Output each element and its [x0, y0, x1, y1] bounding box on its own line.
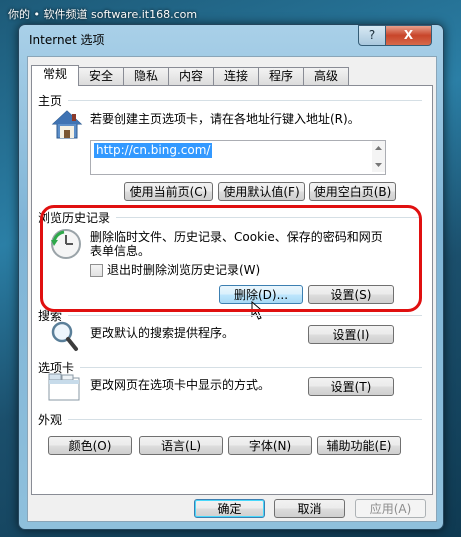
search-settings-button[interactable]: 设置(I) — [308, 325, 394, 344]
tab-programs[interactable]: 程序 — [258, 67, 304, 85]
tabs-description: 更改网页在选项卡中显示的方式。 — [90, 378, 271, 392]
tabs-settings-button[interactable]: 设置(T) — [308, 377, 394, 396]
appearance-section-heading: 外观 — [38, 413, 63, 427]
use-default-button[interactable]: 使用默认值(F) — [218, 182, 305, 201]
tab-advanced[interactable]: 高级 — [303, 67, 349, 85]
use-blank-button[interactable]: 使用空白页(B) — [309, 182, 396, 201]
home-url-textarea[interactable]: http://cn.bing.com/ — [90, 140, 386, 175]
accessibility-button[interactable]: 辅助功能(E) — [317, 436, 401, 455]
help-button[interactable]: ? — [358, 25, 386, 46]
url-scrollbar[interactable] — [372, 141, 385, 172]
window-title: Internet 选项 — [29, 33, 105, 47]
languages-button[interactable]: 语言(L) — [139, 436, 223, 455]
tab-security[interactable]: 安全 — [78, 67, 124, 85]
search-magnifier-icon — [50, 320, 80, 355]
search-description: 更改默认的搜索提供程序。 — [90, 326, 235, 340]
divider — [80, 367, 422, 368]
colors-button[interactable]: 颜色(O) — [48, 436, 132, 455]
ok-button[interactable]: 确定 — [194, 499, 265, 518]
tab-content[interactable]: 内容 — [168, 67, 214, 85]
home-description: 若要创建主页选项卡，请在各地址行键入地址(R)。 — [90, 112, 360, 126]
cancel-button[interactable]: 取消 — [274, 499, 345, 518]
tab-privacy[interactable]: 隐私 — [123, 67, 169, 85]
use-current-button[interactable]: 使用当前页(C) — [124, 182, 213, 201]
home-icon — [50, 108, 84, 145]
highlight-ring — [40, 205, 422, 312]
divider — [68, 315, 422, 316]
divider — [68, 100, 422, 101]
close-button[interactable]: X — [385, 25, 432, 46]
home-section-heading: 主页 — [38, 94, 63, 108]
tabs-window-icon — [48, 373, 80, 404]
tab-general[interactable]: 常规 — [31, 65, 79, 86]
fonts-button[interactable]: 字体(N) — [228, 436, 312, 455]
tab-connections[interactable]: 连接 — [213, 67, 259, 85]
divider — [68, 419, 422, 420]
watermark: 你的 • 软件频道 software.it168.com — [8, 8, 198, 21]
home-url-text: http://cn.bing.com/ — [94, 143, 213, 158]
apply-button[interactable]: 应用(A) — [355, 499, 426, 518]
